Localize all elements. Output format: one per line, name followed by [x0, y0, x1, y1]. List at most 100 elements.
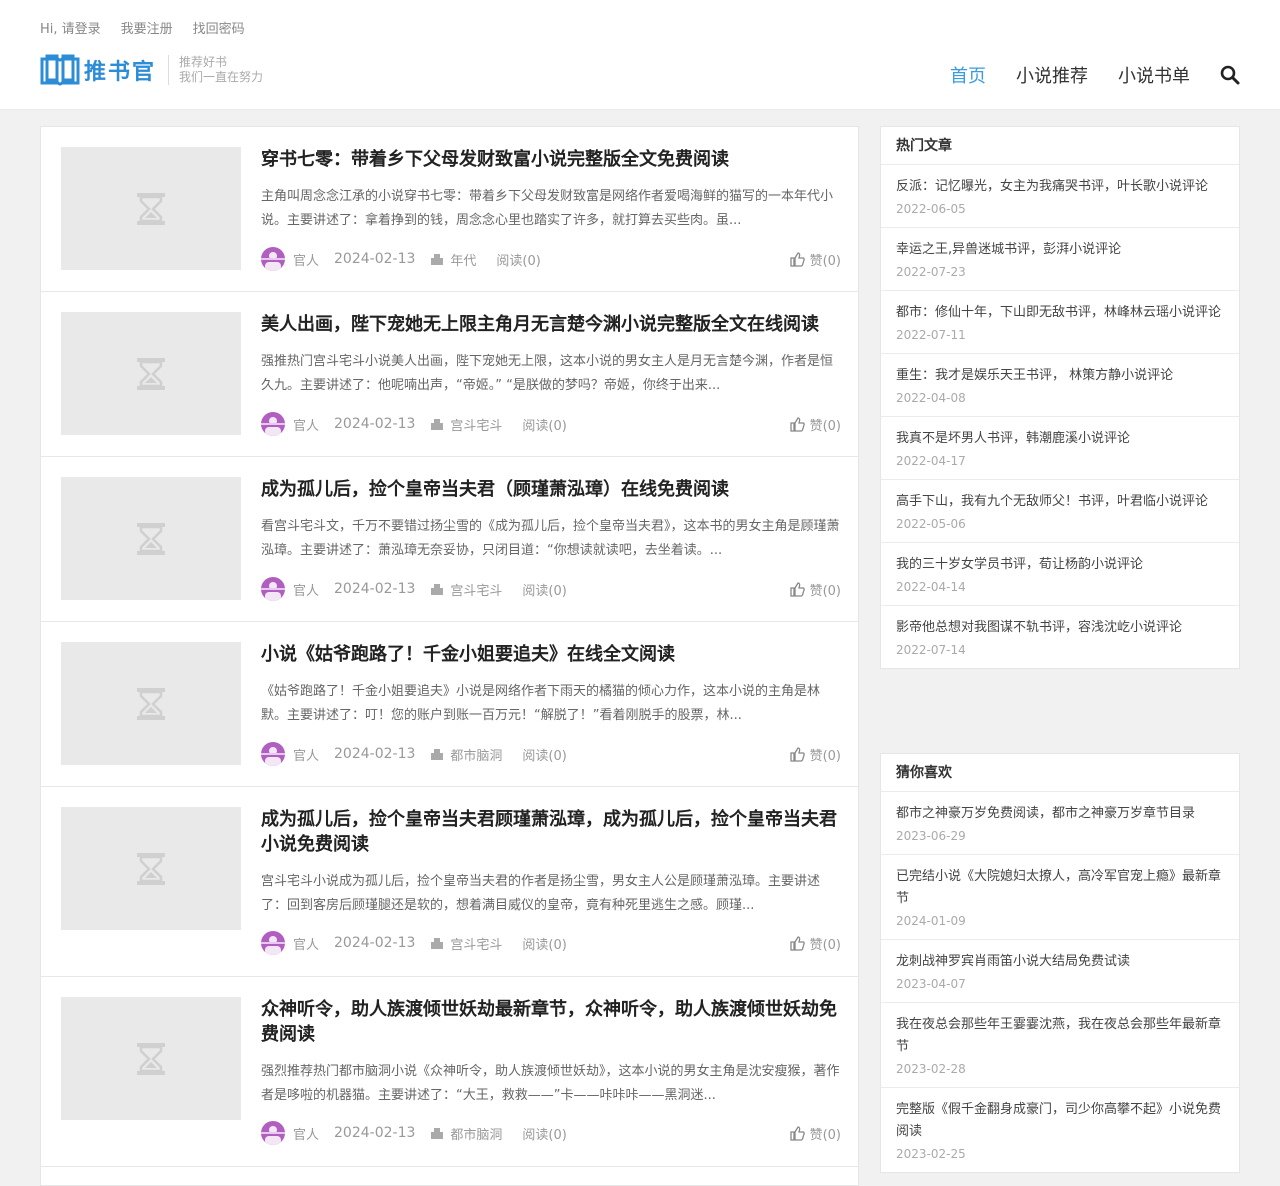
article-date: 2022-07-23	[896, 265, 966, 279]
avatar[interactable]	[261, 931, 285, 955]
article-link[interactable]: 都市之神豪万岁免费阅读，都市之神豪万岁章节目录	[896, 806, 1195, 821]
like-count: 赞(0)	[809, 418, 841, 434]
list-item: 幸运之王,异兽迷城书评，彭湃小说评论 2022-07-23	[881, 228, 1239, 291]
post-author[interactable]: 官人	[293, 934, 319, 953]
hot-articles-list: 反派：记忆曝光，女主为我痛哭书评，叶长歌小说评论 2022-06-05 幸运之王…	[881, 165, 1239, 668]
nav-novel-booklist[interactable]: 小说书单	[1118, 62, 1190, 88]
avatar[interactable]	[261, 412, 285, 436]
like-button[interactable]: 赞(0)	[789, 742, 841, 766]
article-date: 2022-07-14	[896, 643, 966, 657]
article-date: 2024-01-09	[896, 914, 966, 928]
article-link[interactable]: 重生：我才是娱乐天王书评， 林策方静小说评论	[896, 368, 1173, 383]
site-logo[interactable]: 推书官 推荐好书 我们一直在努力	[40, 53, 263, 87]
article-link[interactable]: 龙刺战神罗宾肖雨笛小说大结局免费试读	[896, 954, 1130, 969]
category-icon	[431, 584, 444, 595]
like-button[interactable]: 赞(0)	[789, 412, 841, 436]
post-views: 阅读(0)	[522, 418, 567, 434]
list-item: 都市之神豪万岁免费阅读，都市之神豪万岁章节目录 2023-06-29	[881, 792, 1239, 855]
post-item: 穿书七零：带着乡下父母发财致富小说完整版全文免费阅读 主角叫周念念江承的小说穿书…	[41, 127, 858, 292]
post-category[interactable]: 宫斗宅斗	[450, 934, 502, 953]
article-link[interactable]: 反派：记忆曝光，女主为我痛哭书评，叶长歌小说评论	[896, 179, 1208, 194]
post-excerpt: 主角叫周念念江承的小说穿书七零：带着乡下父母发财致富是网络作者爱喝海鲜的猫写的一…	[261, 189, 834, 228]
list-item: 都市：修仙十年，下山即无敌书评，林峰林云瑶小说评论 2022-07-11	[881, 291, 1239, 354]
like-button[interactable]: 赞(0)	[789, 247, 841, 271]
top-bar: Hi, 请登录 我要注册 找回密码	[40, 18, 245, 37]
post-meta: 官人 2024-02-13 宫斗宅斗 阅读(0) 赞(0)	[261, 412, 841, 436]
post-author[interactable]: 官人	[293, 745, 319, 764]
article-date: 2023-02-28	[896, 1062, 966, 1076]
category-icon	[431, 749, 444, 760]
post-title[interactable]: 美人出画，陛下宠她无上限主角月无言楚今渊小说完整版全文在线阅读	[261, 312, 841, 337]
search-icon[interactable]	[1220, 65, 1240, 85]
article-date: 2022-06-05	[896, 202, 966, 216]
article-link[interactable]: 我的三十岁女学员书评，荀让杨韵小说评论	[896, 557, 1143, 572]
article-link[interactable]: 已完结小说《大院媳妇太撩人，高冷军官宠上瘾》最新章节	[896, 869, 1221, 906]
article-link[interactable]: 高手下山，我有九个无敌师父！书评，叶君临小说评论	[896, 494, 1208, 509]
article-link[interactable]: 我在夜总会那些年王霎霎沈燕，我在夜总会那些年最新章节	[896, 1017, 1221, 1054]
post-title[interactable]: 成为孤儿后，捡个皇帝当夫君顾瑾萧泓璋，成为孤儿后，捡个皇帝当夫君小说免费阅读	[261, 807, 841, 857]
thumbs-up-icon	[789, 581, 805, 597]
post-category[interactable]: 宫斗宅斗	[450, 580, 502, 599]
post-thumbnail[interactable]	[61, 477, 241, 600]
register-link[interactable]: 我要注册	[121, 18, 173, 37]
hourglass-icon	[137, 357, 165, 390]
list-item: 我的三十岁女学员书评，荀让杨韵小说评论 2022-04-14	[881, 543, 1239, 606]
article-link[interactable]: 都市：修仙十年，下山即无敌书评，林峰林云瑶小说评论	[896, 305, 1221, 320]
article-link[interactable]: 幸运之王,异兽迷城书评，彭湃小说评论	[896, 242, 1121, 257]
post-date: 2024-02-13	[334, 935, 416, 951]
category-icon	[431, 419, 444, 430]
widget-title: 猜你喜欢	[881, 754, 1239, 792]
post-title[interactable]: 穿书七零：带着乡下父母发财致富小说完整版全文免费阅读	[261, 147, 841, 172]
post-title[interactable]: 成为孤儿后，捡个皇帝当夫君（顾瑾萧泓璋）在线免费阅读	[261, 477, 841, 502]
article-link[interactable]: 影帝他总想对我图谋不轨书评，容浅沈屹小说评论	[896, 620, 1182, 635]
post-title[interactable]: 众神听令，助人族渡倾世妖劫最新章节，众神听令，助人族渡倾世妖劫免费阅读	[261, 997, 841, 1047]
list-item: 重生：我才是娱乐天王书评， 林策方静小说评论 2022-04-08	[881, 354, 1239, 417]
thumbs-up-icon	[789, 935, 805, 951]
post-thumbnail[interactable]	[61, 807, 241, 930]
post-excerpt: 强推热门宫斗宅斗小说美人出画，陛下宠她无上限，这本小说的男女主人是月无言楚今渊，…	[261, 354, 834, 393]
hourglass-icon	[137, 522, 165, 555]
nav-home[interactable]: 首页	[950, 62, 986, 88]
like-button[interactable]: 赞(0)	[789, 1121, 841, 1145]
avatar[interactable]	[261, 247, 285, 271]
post-meta: 官人 2024-02-13 宫斗宅斗 阅读(0) 赞(0)	[261, 577, 841, 601]
post-category[interactable]: 都市脑洞	[450, 745, 502, 764]
like-button[interactable]: 赞(0)	[789, 931, 841, 955]
widget-title: 热门文章	[881, 127, 1239, 165]
post-author[interactable]: 官人	[293, 580, 319, 599]
post-author[interactable]: 官人	[293, 250, 319, 269]
list-item: 完整版《假千金翻身成豪门，司少你高攀不起》小说免费阅读 2023-02-25	[881, 1088, 1239, 1172]
logo-text: 推书官	[84, 60, 157, 85]
post-thumbnail[interactable]	[61, 642, 241, 765]
logo-slogan: 推荐好书 我们一直在努力	[179, 55, 264, 84]
article-link[interactable]: 完整版《假千金翻身成豪门，司少你高攀不起》小说免费阅读	[896, 1102, 1221, 1139]
category-icon	[431, 254, 444, 265]
hot-articles-widget: 热门文章 反派：记忆曝光，女主为我痛哭书评，叶长歌小说评论 2022-06-05…	[880, 126, 1240, 669]
list-item: 反派：记忆曝光，女主为我痛哭书评，叶长歌小说评论 2022-06-05	[881, 165, 1239, 228]
post-title[interactable]: 小说《姑爷跑路了！千金小姐要追夫》在线全文阅读	[261, 642, 841, 667]
avatar[interactable]	[261, 577, 285, 601]
nav-novel-recommend[interactable]: 小说推荐	[1016, 62, 1088, 88]
post-thumbnail[interactable]	[61, 147, 241, 270]
post-thumbnail[interactable]	[61, 997, 241, 1120]
post-category[interactable]: 都市脑洞	[450, 1124, 502, 1143]
post-category[interactable]: 年代	[450, 250, 476, 269]
avatar[interactable]	[261, 742, 285, 766]
article-date: 2022-04-14	[896, 580, 966, 594]
post-category[interactable]: 宫斗宅斗	[450, 415, 502, 434]
like-button[interactable]: 赞(0)	[789, 577, 841, 601]
list-item: 高手下山，我有九个无敌师父！书评，叶君临小说评论 2022-05-06	[881, 480, 1239, 543]
recover-password-link[interactable]: 找回密码	[193, 18, 245, 37]
avatar[interactable]	[261, 1121, 285, 1145]
article-link[interactable]: 我真不是坏男人书评，韩潮鹿溪小说评论	[896, 431, 1130, 446]
thumbs-up-icon	[789, 746, 805, 762]
list-item: 我在夜总会那些年王霎霎沈燕，我在夜总会那些年最新章节 2023-02-28	[881, 1003, 1239, 1088]
post-item: 成为孤儿后，捡个皇帝当夫君（顾瑾萧泓璋）在线免费阅读 看宫斗宅斗文，千万不要错过…	[41, 457, 858, 622]
login-link[interactable]: Hi, 请登录	[40, 18, 101, 37]
post-item: 成为孤儿后，捡个皇帝当夫君顾瑾萧泓璋，成为孤儿后，捡个皇帝当夫君小说免费阅读 宫…	[41, 787, 858, 977]
post-excerpt: 宫斗宅斗小说成为孤儿后，捡个皇帝当夫君的作者是扬尘雪，男女主人公是顾瑾萧泓璋。主…	[261, 874, 821, 913]
post-author[interactable]: 官人	[293, 415, 319, 434]
post-author[interactable]: 官人	[293, 1124, 319, 1143]
post-date: 2024-02-13	[334, 251, 416, 267]
post-thumbnail[interactable]	[61, 312, 241, 435]
